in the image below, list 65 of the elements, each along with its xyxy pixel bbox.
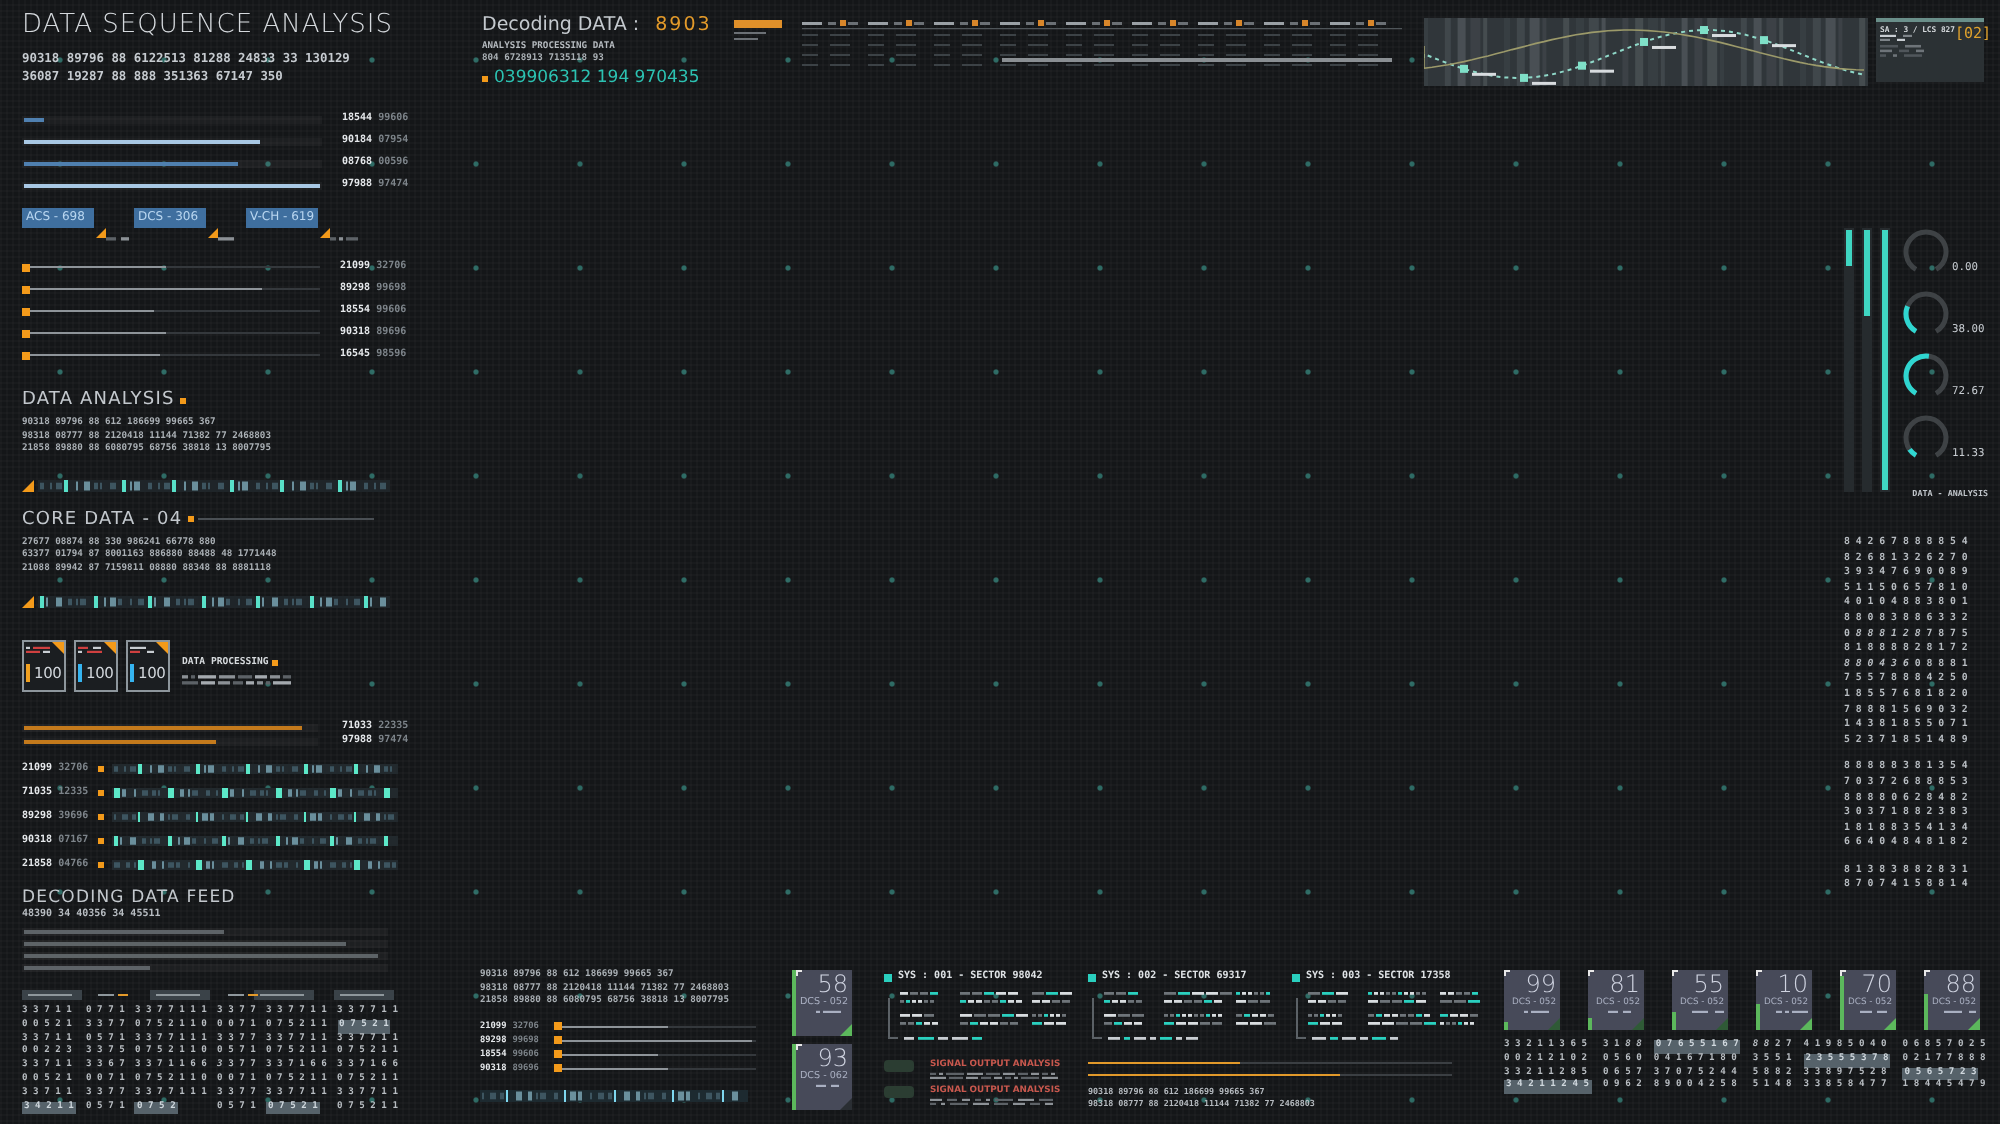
data-ticks-drawing [1944,1010,1976,1014]
card-value: 58 [817,972,848,998]
corner-mark-icon [1756,970,1762,976]
marker-icon [553,1036,562,1044]
section-title: CORE DATA - 04 [22,507,183,531]
data-stream-text: 039906312 194 970435 [494,67,700,89]
corner-mark-icon [1840,970,1846,976]
gauge-ring-icon [1902,290,1950,338]
corner-mark-icon [1588,970,1594,976]
corner-triangle-icon [156,642,168,654]
header-ticks-drawing [78,646,102,654]
marker-icon [98,861,104,867]
card-value: 99 [1525,972,1556,998]
section-title: DATA ANALYSIS [22,388,175,412]
data-ticks-drawing [930,1098,1058,1106]
marker-icon [553,1064,562,1072]
data-ticks-drawing [1860,1010,1892,1014]
status-square-icon [884,973,892,981]
corner-triangle-icon [96,228,106,238]
section-title: DECODING DATA FEED [22,888,238,908]
corner-triangle-icon [320,228,330,238]
data-ticks-drawing [106,236,134,242]
corner-triangle-icon [208,228,218,238]
decoding-label: Decoding DATA : [482,14,640,38]
marker-icon [553,1022,562,1030]
header-ticks-drawing [26,646,50,654]
card-value: 88 [1945,972,1976,998]
corner-triangle-icon [52,642,64,654]
data-ticks-drawing [930,1072,1058,1080]
corner-triangle-icon [104,642,116,654]
page-title: DATA SEQUENCE ANALYSIS [22,10,396,42]
signal-pill-icon [884,1060,914,1072]
data-ticks-drawing [330,236,358,242]
marker-icon [98,813,104,819]
card-value: 10 [1777,972,1808,998]
marker-icon [22,329,30,337]
corner-mark-icon [1504,970,1510,976]
status-square-icon [1292,973,1300,981]
card-value: 70 [1861,972,1892,998]
gauge-ring-icon [1902,414,1950,462]
marker-icon [22,263,30,271]
signal-pill-icon [884,1086,914,1098]
marker-icon [98,789,104,795]
marker-icon [22,351,30,359]
corner-mark-icon [796,970,802,976]
card-value: 93 [817,1046,848,1072]
corner-mark-icon [1672,970,1678,976]
corner-mark-icon [1924,970,1930,976]
marker-icon [98,837,104,843]
marker-icon [553,1050,562,1058]
marker-icon [22,307,30,315]
gauge-ring-icon [1902,352,1950,400]
header-ticks-drawing [130,646,154,654]
data-ticks-drawing [1692,1010,1724,1014]
card-value: 81 [1609,972,1640,998]
gauge-ring-icon [1902,228,1950,276]
marker-icon [22,285,30,293]
status-square-icon [1088,973,1096,981]
corner-mark-icon [796,1044,802,1050]
card-value: 55 [1693,972,1724,998]
data-ticks-drawing [1776,1010,1808,1014]
decoding-value: 8903 [655,14,712,38]
corner-triangle-icon [22,596,34,608]
marker-icon [98,765,104,771]
corner-triangle-icon [22,479,34,491]
